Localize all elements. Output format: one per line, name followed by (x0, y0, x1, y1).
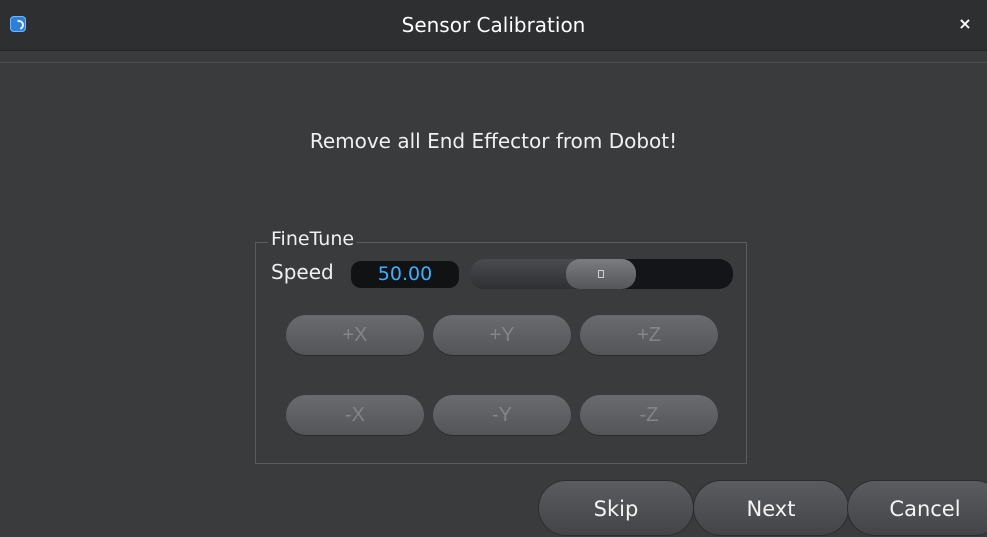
speed-slider-handle[interactable] (566, 259, 636, 289)
jog-plus-y-button[interactable]: +Y (433, 315, 571, 355)
skip-button[interactable]: Skip (538, 480, 694, 536)
cancel-button[interactable]: Cancel (847, 480, 987, 536)
window-title: Sensor Calibration (401, 13, 586, 37)
jog-plus-z-button[interactable]: +Z (580, 315, 718, 355)
finetune-group-label: FineTune (268, 228, 358, 250)
title-divider (0, 62, 987, 63)
jog-minus-y-button[interactable]: -Y (433, 395, 571, 435)
close-icon[interactable]: × (957, 16, 973, 32)
jog-minus-z-button[interactable]: -Z (580, 395, 718, 435)
jog-minus-x-button[interactable]: -X (286, 395, 424, 435)
instruction-message: Remove all End Effector from Dobot! (309, 129, 678, 153)
next-button[interactable]: Next (693, 480, 849, 536)
speed-value-field[interactable]: 50.00 (351, 261, 459, 288)
speed-label: Speed (271, 260, 334, 284)
jog-plus-x-button[interactable]: +X (286, 315, 424, 355)
